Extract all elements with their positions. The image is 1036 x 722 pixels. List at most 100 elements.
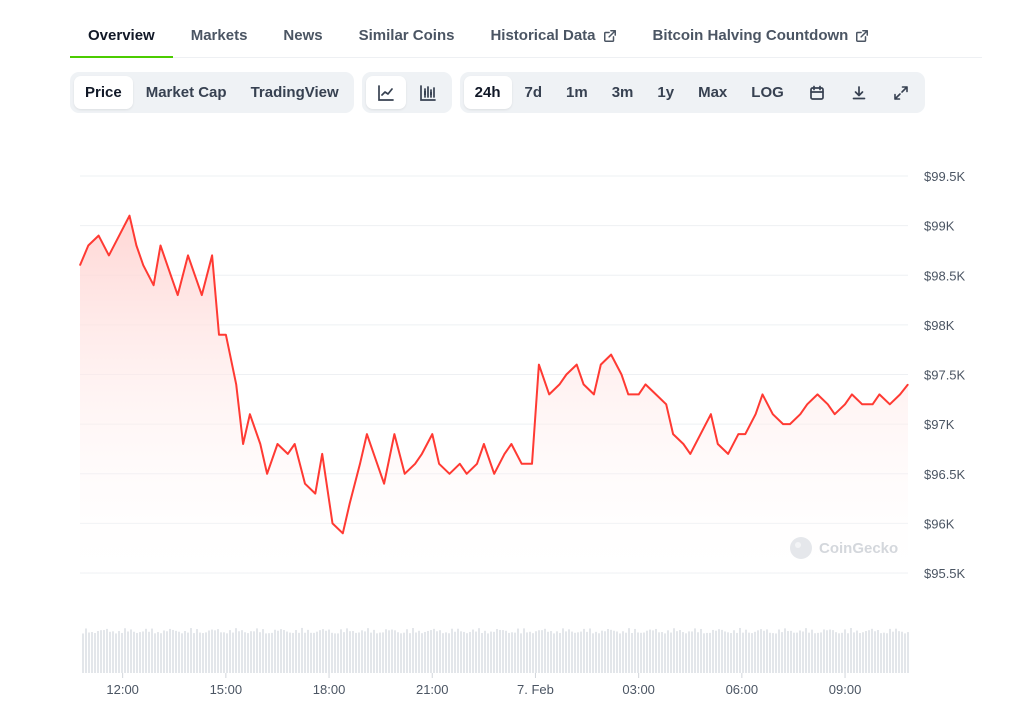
volume-bar xyxy=(640,632,642,673)
price-point xyxy=(159,244,162,247)
volume-bar xyxy=(580,631,582,673)
volume-bar xyxy=(481,633,483,673)
volume-bar xyxy=(403,632,405,673)
y-tick-label: $96K xyxy=(924,516,955,531)
volume-bar xyxy=(565,631,567,673)
volume-bar xyxy=(601,630,603,673)
price-point xyxy=(242,443,244,445)
price-point xyxy=(438,463,440,465)
volume-bar xyxy=(310,632,312,673)
volume-bar xyxy=(574,632,576,673)
volume-bar xyxy=(568,629,570,673)
price-point xyxy=(383,483,385,485)
volume-bar xyxy=(769,632,771,673)
price-point xyxy=(737,433,740,435)
price-point xyxy=(583,383,585,386)
volume-bar xyxy=(436,631,438,673)
price-point xyxy=(638,393,640,395)
volume-bar xyxy=(343,632,345,673)
price-point xyxy=(349,502,351,505)
volume-bar xyxy=(883,632,885,673)
price-point xyxy=(503,453,506,455)
volume-bar xyxy=(154,633,156,673)
volume-bar xyxy=(367,628,369,673)
y-tick-label: $99.5K xyxy=(924,169,966,184)
volume-bar xyxy=(709,632,711,673)
volume-bar xyxy=(559,632,561,673)
volume-bar xyxy=(394,630,396,673)
volume-bar xyxy=(805,628,807,673)
price-point xyxy=(87,244,89,247)
volume-bar xyxy=(532,633,534,673)
price-point xyxy=(627,393,629,395)
volume-bar xyxy=(286,631,288,673)
volume-bar xyxy=(889,628,891,673)
price-point xyxy=(421,453,423,455)
price-chart[interactable]: CoinGecko $99.5K $99K $98.5K $98K $97.5K $97K… xyxy=(0,0,1036,722)
price-point xyxy=(225,334,227,336)
volume-bar xyxy=(736,632,738,673)
volume-bar xyxy=(358,632,360,673)
price-point xyxy=(806,403,808,405)
volume-bar xyxy=(856,630,858,673)
volume-bar xyxy=(724,631,726,673)
price-point xyxy=(79,264,81,266)
volume-bar xyxy=(874,631,876,673)
volume-bar xyxy=(598,633,600,673)
x-tick-label: 18:00 xyxy=(313,682,346,697)
volume-bar xyxy=(109,631,111,673)
volume-bar xyxy=(556,631,558,673)
volume-bar xyxy=(241,630,243,673)
price-point xyxy=(459,463,461,465)
volume-bar xyxy=(637,632,639,673)
volume-bar xyxy=(157,632,159,673)
volume-bar xyxy=(103,630,105,673)
volume-bar xyxy=(688,631,690,673)
price-point xyxy=(878,393,881,395)
volume-bar xyxy=(628,628,630,673)
volume-bar xyxy=(604,631,606,673)
volume-bar xyxy=(622,631,624,673)
volume-bar xyxy=(772,633,774,673)
price-point xyxy=(665,403,667,405)
volume-bar xyxy=(748,632,750,673)
volume-bar xyxy=(901,631,903,673)
volume-bar xyxy=(793,632,795,673)
price-point xyxy=(249,413,251,415)
volume-bar xyxy=(517,628,519,673)
watermark-text: CoinGecko xyxy=(819,540,898,557)
price-point xyxy=(889,403,891,405)
volume-bar xyxy=(88,632,90,673)
volume-bar xyxy=(472,629,474,673)
price-point xyxy=(899,393,901,395)
volume-bar xyxy=(283,630,285,673)
volume-bar xyxy=(844,629,846,673)
price-point xyxy=(521,463,523,465)
volume-bar xyxy=(124,628,126,673)
volume-bar xyxy=(382,632,384,673)
y-tick-label: $97.5K xyxy=(924,368,966,383)
price-point xyxy=(135,244,138,247)
volume-bar xyxy=(607,628,609,673)
volume-bar xyxy=(313,632,315,673)
volume-bar xyxy=(826,630,828,673)
price-point xyxy=(393,433,396,435)
price-point xyxy=(682,443,684,445)
volume-bar xyxy=(388,630,390,673)
volume-bar xyxy=(118,631,120,673)
volume-bar xyxy=(247,633,249,673)
volume-bar xyxy=(331,632,333,673)
volume-bar xyxy=(163,630,165,673)
volume-bar xyxy=(727,632,729,673)
volume-bar xyxy=(259,632,261,673)
volume-bar xyxy=(838,633,840,673)
volume-bar xyxy=(514,632,516,673)
price-point xyxy=(314,493,316,495)
coingecko-watermark: CoinGecko xyxy=(790,537,898,559)
volume-bar xyxy=(526,632,528,673)
volume-bar xyxy=(250,631,252,673)
volume-bar xyxy=(781,632,783,673)
price-point xyxy=(304,483,306,485)
volume-bar xyxy=(298,632,300,673)
price-point xyxy=(782,423,784,425)
